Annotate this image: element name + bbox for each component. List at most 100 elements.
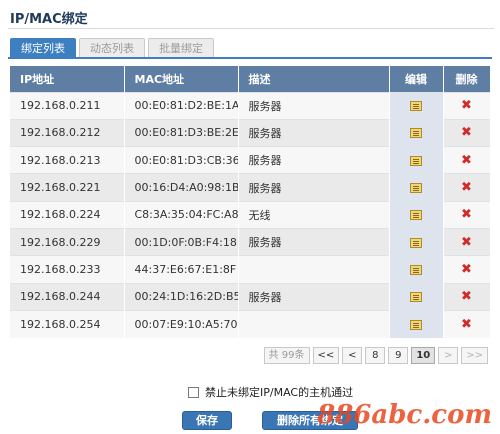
delete-cell: ✖ — [443, 173, 491, 202]
page-9-button[interactable]: 9 — [388, 347, 409, 364]
delete-icon[interactable]: ✖ — [461, 153, 472, 168]
block-unbound-label: 禁止未绑定IP/MAC的主机通过 — [205, 386, 354, 399]
edit-cell — [389, 91, 444, 120]
edit-icon[interactable] — [410, 128, 422, 139]
tab-bind-list[interactable]: 绑定列表 — [10, 38, 76, 57]
edit-cell — [389, 309, 444, 338]
delete-cell: ✖ — [443, 146, 491, 174]
delete-icon[interactable]: ✖ — [461, 180, 472, 195]
edit-cell — [389, 200, 444, 229]
title-divider — [8, 28, 494, 29]
table-row: 192.168.0.233 44:37:E6:67:E1:8F ✖ — [10, 255, 491, 284]
description-cell: 服务器 — [238, 282, 390, 311]
delete-cell: ✖ — [443, 309, 491, 338]
edit-icon[interactable] — [410, 183, 422, 194]
block-unbound-option: 禁止未绑定IP/MAC的主机通过 — [188, 384, 353, 400]
ip-cell: 192.168.0.229 — [10, 227, 125, 256]
delete-cell: ✖ — [443, 227, 491, 256]
tab-batch-bind[interactable]: 批量绑定 — [148, 38, 214, 57]
column-header-mac: MAC地址 — [124, 66, 239, 92]
edit-icon[interactable] — [410, 210, 422, 221]
page-8-button[interactable]: 8 — [365, 347, 386, 364]
edit-cell — [389, 282, 444, 311]
edit-cell — [389, 118, 444, 147]
delete-cell: ✖ — [443, 282, 491, 311]
pagination: 共 99条 << < 8 9 10 > >> — [261, 347, 488, 364]
description-cell: 服务器 — [238, 227, 390, 256]
table-header-row: IP地址 MAC地址 描述 编辑 删除 — [10, 66, 491, 92]
tab-dynamic-list[interactable]: 动态列表 — [79, 38, 145, 57]
delete-icon[interactable]: ✖ — [461, 98, 472, 113]
mac-cell: 00:07:E9:10:A5:70 — [124, 309, 239, 338]
table-row: 192.168.0.224 C8:3A:35:04:FC:A8 无线 ✖ — [10, 200, 491, 229]
pagination-total: 共 99条 — [263, 347, 310, 364]
delete-icon[interactable]: ✖ — [461, 317, 472, 332]
description-cell: 服务器 — [238, 91, 390, 120]
description-cell: 服务器 — [238, 118, 390, 147]
column-header-description: 描述 — [238, 66, 390, 92]
prev-page-button[interactable]: < — [342, 347, 363, 364]
description-cell: 无线 — [238, 200, 390, 229]
block-unbound-checkbox[interactable] — [188, 386, 199, 398]
delete-icon[interactable]: ✖ — [461, 262, 472, 277]
edit-cell — [389, 255, 444, 284]
edit-icon[interactable] — [410, 292, 422, 303]
save-button[interactable]: 保存 — [182, 411, 232, 430]
table-row: 192.168.0.244 00:24:1D:16:2D:B5 服务器 ✖ — [10, 282, 491, 311]
edit-icon[interactable] — [410, 264, 422, 275]
table-row: 192.168.0.254 00:07:E9:10:A5:70 ✖ — [10, 309, 491, 338]
edit-icon[interactable] — [410, 237, 422, 248]
delete-cell: ✖ — [443, 118, 491, 147]
mac-cell: 00:E0:81:D3:CB:36 — [124, 146, 239, 174]
ip-cell: 192.168.0.233 — [10, 255, 125, 284]
edit-icon[interactable] — [410, 155, 422, 166]
ip-cell: 192.168.0.211 — [10, 91, 125, 120]
ip-cell: 192.168.0.213 — [10, 146, 125, 174]
first-page-button[interactable]: << — [312, 347, 340, 364]
delete-cell: ✖ — [443, 91, 491, 120]
delete-cell: ✖ — [443, 200, 491, 229]
description-cell — [238, 255, 390, 284]
mac-cell: 44:37:E6:67:E1:8F — [124, 255, 239, 284]
last-page-button[interactable]: >> — [461, 347, 488, 364]
ip-cell: 192.168.0.254 — [10, 309, 125, 338]
ip-cell: 192.168.0.224 — [10, 200, 125, 229]
binding-table: IP地址 MAC地址 描述 编辑 删除 192.168.0.211 00:E0:8… — [10, 66, 491, 338]
edit-icon[interactable] — [410, 101, 422, 112]
page-title: IP/MAC绑定 — [10, 12, 88, 27]
mac-cell: 00:1D:0F:0B:F4:18 — [124, 227, 239, 256]
edit-cell — [389, 173, 444, 202]
watermark-logo: 886abc.com — [317, 400, 492, 430]
ip-cell: 192.168.0.212 — [10, 118, 125, 147]
next-page-button[interactable]: > — [438, 347, 459, 364]
description-cell: 服务器 — [238, 173, 390, 202]
table-row: 192.168.0.212 00:E0:81:D3:BE:2E 服务器 ✖ — [10, 118, 491, 147]
column-header-ip: IP地址 — [10, 66, 125, 92]
table-body: 192.168.0.211 00:E0:81:D2:BE:1A 服务器 ✖ 192.16… — [10, 91, 491, 338]
table-row: 192.168.0.211 00:E0:81:D2:BE:1A 服务器 ✖ — [10, 91, 491, 120]
delete-icon[interactable]: ✖ — [461, 235, 472, 250]
mac-cell: C8:3A:35:04:FC:A8 — [124, 200, 239, 229]
delete-cell: ✖ — [443, 255, 491, 284]
delete-icon[interactable]: ✖ — [461, 289, 472, 304]
edit-icon[interactable] — [410, 319, 422, 330]
mac-cell: 00:E0:81:D3:BE:2E — [124, 118, 239, 147]
mac-cell: 00:24:1D:16:2D:B5 — [124, 282, 239, 311]
delete-icon[interactable]: ✖ — [461, 125, 472, 140]
column-header-delete: 删除 — [443, 66, 491, 92]
edit-cell — [389, 146, 444, 174]
delete-icon[interactable]: ✖ — [461, 207, 472, 222]
table-row: 192.168.0.213 00:E0:81:D3:CB:36 服务器 ✖ — [10, 146, 491, 174]
tab-underline — [8, 57, 492, 59]
page-10-button[interactable]: 10 — [411, 347, 436, 364]
table-row: 192.168.0.221 00:16:D4:A0:98:1B 服务器 ✖ — [10, 173, 491, 202]
table-row: 192.168.0.229 00:1D:0F:0B:F4:18 服务器 ✖ — [10, 227, 491, 256]
column-header-edit: 编辑 — [389, 66, 444, 92]
mac-cell: 00:E0:81:D2:BE:1A — [124, 91, 239, 120]
description-cell — [238, 309, 390, 338]
ip-cell: 192.168.0.221 — [10, 173, 125, 202]
ip-cell: 192.168.0.244 — [10, 282, 125, 311]
mac-cell: 00:16:D4:A0:98:1B — [124, 173, 239, 202]
edit-cell — [389, 227, 444, 256]
tab-bar: 绑定列表 动态列表 批量绑定 — [10, 38, 217, 57]
